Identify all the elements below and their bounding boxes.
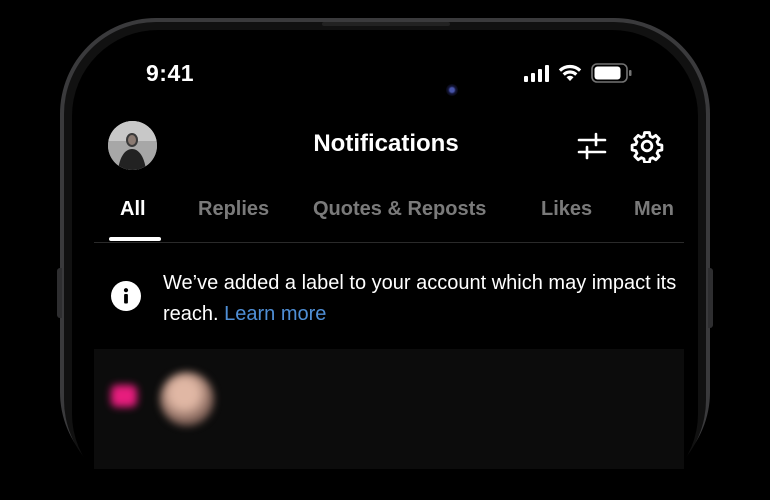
tab-quotes-reposts[interactable]: Quotes & Reposts bbox=[313, 198, 486, 221]
like-heart-icon bbox=[111, 385, 137, 407]
gear-icon bbox=[630, 131, 664, 163]
cellular-signal-icon bbox=[524, 64, 549, 82]
volume-button bbox=[57, 268, 62, 318]
power-button bbox=[708, 268, 713, 328]
tab-all[interactable]: All bbox=[120, 198, 146, 221]
active-tab-indicator bbox=[109, 237, 161, 241]
earpiece bbox=[322, 22, 450, 26]
tabs-divider bbox=[94, 242, 684, 243]
tab-mentions[interactable]: Men bbox=[634, 198, 674, 221]
settings-button[interactable] bbox=[628, 127, 666, 165]
status-time: 9:41 bbox=[146, 60, 195, 86]
filter-button[interactable] bbox=[574, 128, 610, 164]
wifi-icon bbox=[558, 64, 582, 81]
info-icon bbox=[111, 281, 141, 311]
battery-icon bbox=[591, 63, 633, 83]
notification-avatar bbox=[160, 372, 214, 426]
notification-tabs: All Replies Quotes & Reposts Likes Men bbox=[94, 192, 684, 242]
learn-more-link[interactable]: Learn more bbox=[224, 303, 326, 325]
profile-avatar[interactable] bbox=[108, 121, 157, 170]
front-camera bbox=[446, 84, 458, 96]
tab-likes[interactable]: Likes bbox=[541, 198, 592, 221]
tab-replies[interactable]: Replies bbox=[198, 198, 269, 221]
sliders-icon bbox=[577, 132, 607, 160]
page-title: Notifications bbox=[313, 130, 459, 157]
status-icons bbox=[524, 63, 633, 83]
account-label-notice: We’ve added a label to your account whic… bbox=[163, 268, 683, 330]
